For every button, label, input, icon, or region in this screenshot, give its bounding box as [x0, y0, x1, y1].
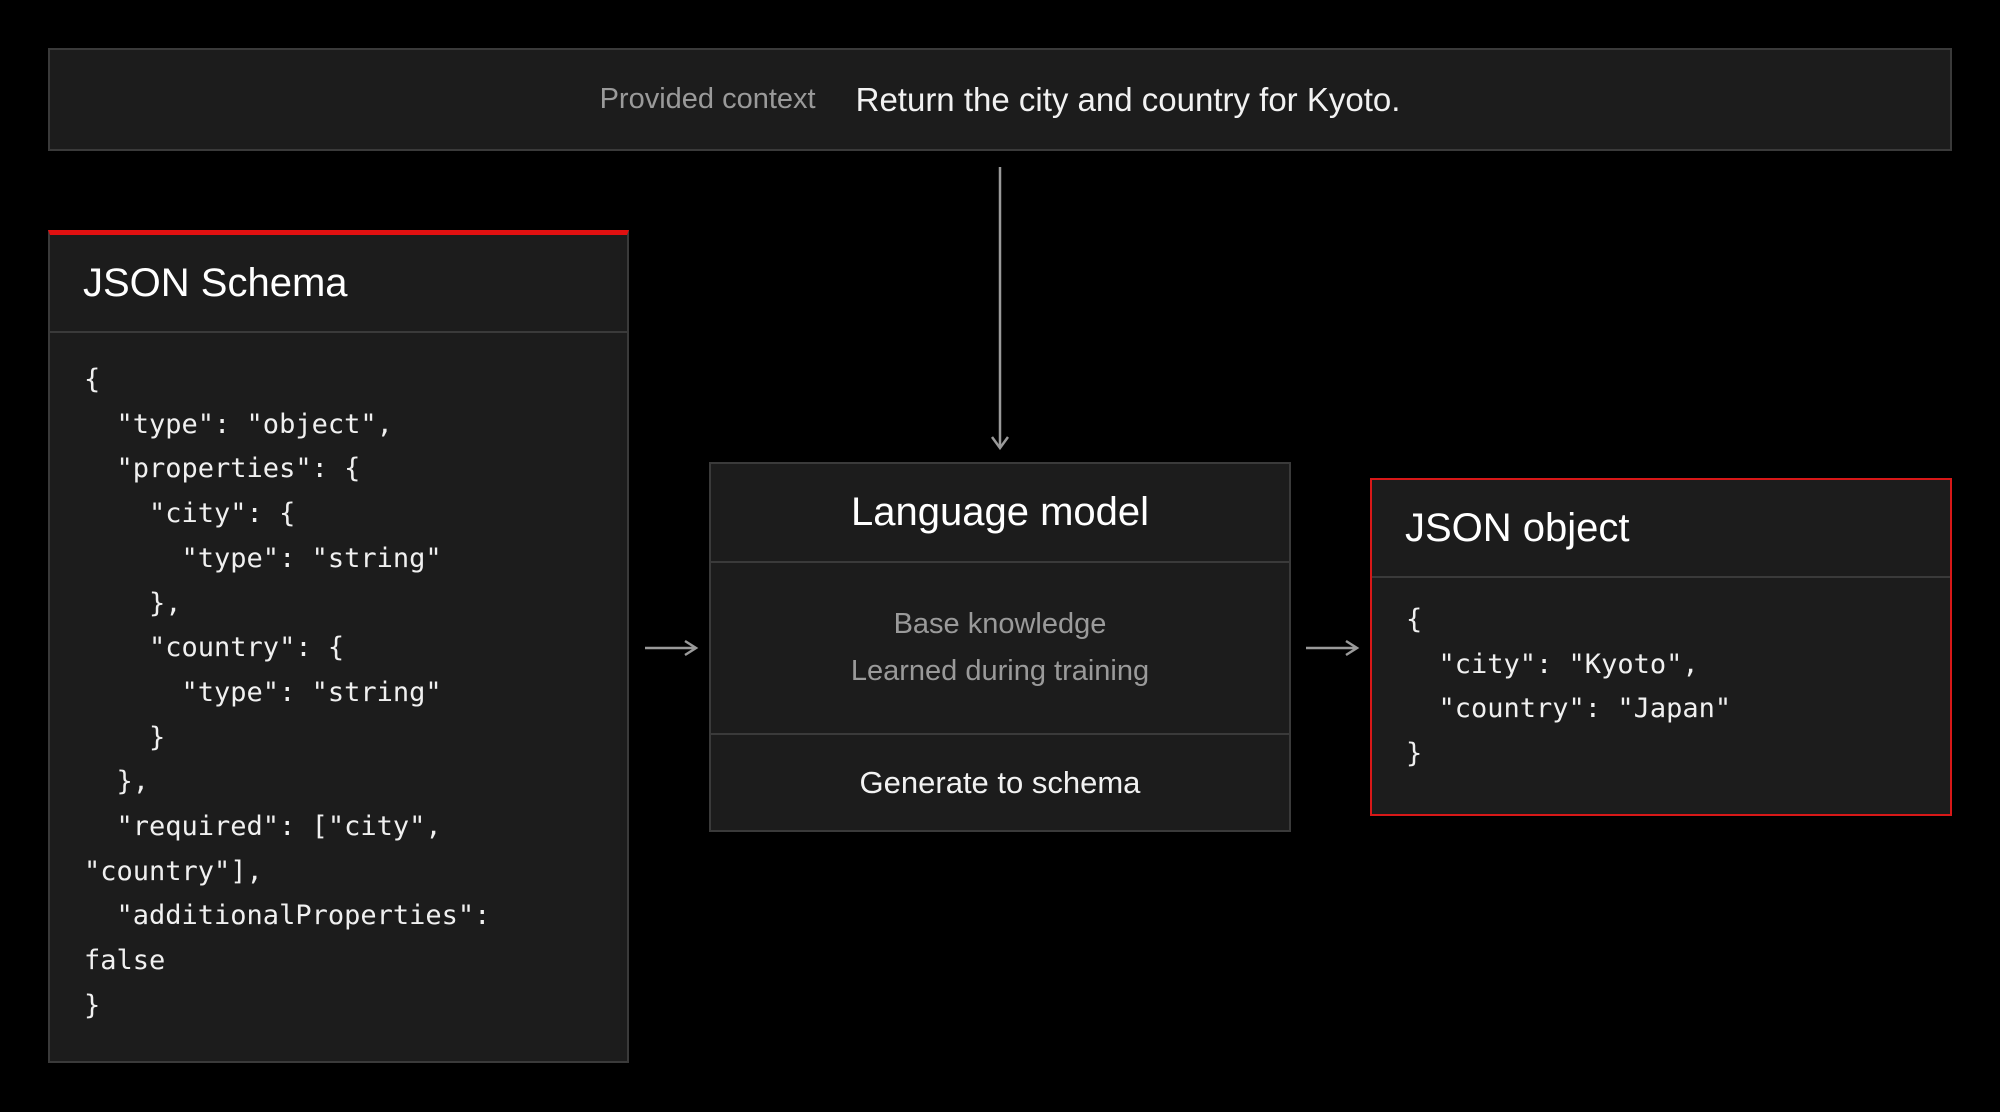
- model-panel: Language model Base knowledge Learned du…: [709, 462, 1291, 832]
- arrow-right-icon: [645, 639, 699, 657]
- arrow-down-icon: [990, 167, 1010, 451]
- schema-title: JSON Schema: [50, 235, 627, 333]
- model-generate: Generate to schema: [859, 764, 1141, 800]
- output-code: { "city": "Kyoto", "country": "Japan" }: [1406, 604, 1732, 770]
- context-text: Return the city and country for Kyoto.: [855, 80, 1401, 118]
- knowledge-line-2: Learned during training: [850, 655, 1150, 687]
- knowledge-line-1: Base knowledge: [893, 608, 1107, 640]
- schema-panel: JSON Schema { "type": "object", "propert…: [48, 230, 629, 1063]
- context-bar: Provided context Return the city and cou…: [48, 48, 1952, 151]
- output-title: JSON object: [1372, 480, 1950, 578]
- schema-code: { "type": "object", "properties": { "cit…: [84, 364, 491, 1021]
- model-title: Language model: [711, 464, 1289, 563]
- model-knowledge: Base knowledge Learned during training: [711, 563, 1289, 735]
- output-panel: JSON object { "city": "Kyoto", "country"…: [1370, 478, 1952, 816]
- context-label: Provided context: [599, 83, 816, 115]
- arrow-right-icon: [1306, 639, 1360, 657]
